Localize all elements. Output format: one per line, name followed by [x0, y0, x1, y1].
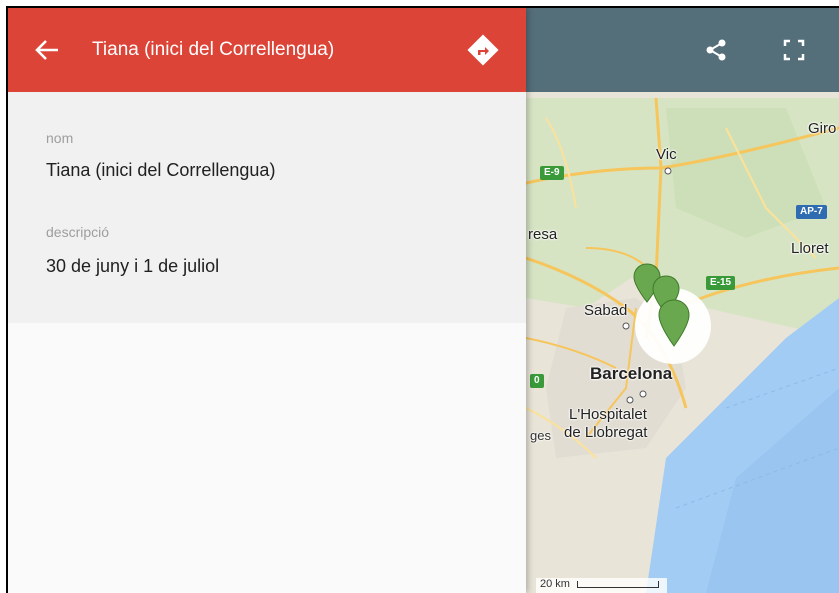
panel-body: nom Tiana (inici del Correllengua) descr… — [8, 92, 526, 323]
map-label-barcelona: Barcelona — [590, 364, 673, 383]
road-shield-0: 0 — [530, 374, 544, 388]
map-label-lloret: Lloret — [791, 240, 829, 257]
feature-detail-panel: Tiana (inici del Correllengua) nom Tiana… — [8, 8, 526, 593]
map-label-sabadell: Sabad — [584, 302, 628, 319]
panel-title: Tiana (inici del Correllengua) — [92, 39, 335, 60]
map-scale-bar — [577, 580, 660, 588]
app-frame: Vic Giro resa Lloret Sabad Barcelona L'H… — [8, 8, 839, 593]
back-arrow-icon — [35, 40, 58, 60]
field-label-nom: nom — [46, 130, 74, 146]
map-label-ges: ges — [530, 428, 551, 443]
directions-button[interactable] — [466, 33, 500, 67]
map-label-hospitalet-line2: de Llobregat — [564, 424, 648, 441]
road-shield-e15: E-15 — [706, 276, 736, 290]
map-label-manresa: resa — [528, 226, 558, 243]
road-shield-e9: E-9 — [540, 166, 564, 180]
map-label-girona: Giro — [808, 120, 837, 137]
share-button[interactable] — [702, 36, 730, 64]
map-scale: 20 km — [536, 578, 668, 593]
fullscreen-icon — [783, 39, 805, 61]
map-view[interactable]: Vic Giro resa Lloret Sabad Barcelona L'H… — [526, 8, 839, 593]
fullscreen-button[interactable] — [780, 36, 808, 64]
map-toolbar — [526, 8, 839, 92]
map-label-hospitalet-line1: L'Hospitalet — [569, 406, 647, 423]
share-icon — [706, 39, 726, 61]
back-button[interactable] — [32, 36, 62, 64]
map-canvas[interactable] — [526, 8, 839, 593]
field-value-descripcio: 30 de juny i 1 de juliol — [46, 256, 220, 276]
map-label-vic: Vic — [656, 146, 677, 163]
panel-header: Tiana (inici del Correllengua) — [8, 8, 526, 92]
field-label-descripcio: descripció — [46, 224, 110, 240]
road-shield-ap7: AP-7 — [796, 205, 827, 219]
map-scale-label: 20 km — [540, 578, 570, 590]
field-value-nom: Tiana (inici del Correllengua) — [46, 160, 276, 180]
directions-icon — [467, 34, 499, 66]
